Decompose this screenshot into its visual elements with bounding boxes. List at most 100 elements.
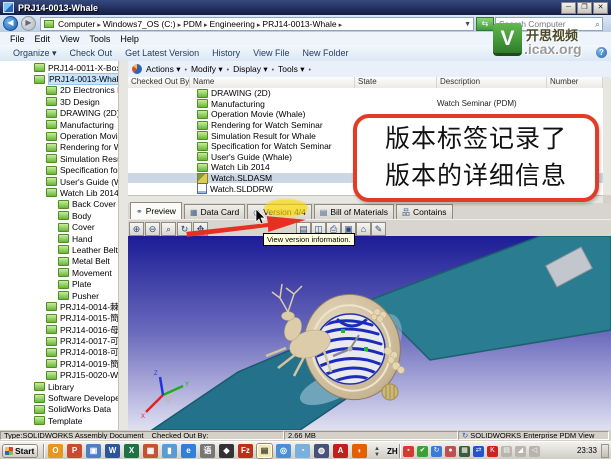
tree-item[interactable]: Software Developement [0,392,118,403]
tray-recorder-icon[interactable]: ● [445,446,456,457]
close-button[interactable]: ✕ [593,2,608,14]
forward-button[interactable]: ▶ [21,16,36,31]
breadcrumb-separator-icon[interactable]: ▸ [204,22,208,29]
tree-item[interactable]: Library [0,381,118,392]
spinner-icon[interactable]: ▲ ▼ [374,446,380,458]
command-get-latest-version[interactable]: Get Latest Version [125,48,199,58]
breadcrumb[interactable]: Computer ▸ Windows7_OS (C:) ▸ PDM ▸ Engineerin… [40,17,474,31]
taskbar-globe-app-icon[interactable]: ◍ [314,444,329,458]
column-header-checked-out-by[interactable]: Checked Out By [128,77,190,88]
tree-item[interactable]: SolidWorks Data [0,404,118,415]
taskbar-internet-explorer-icon[interactable]: e [181,444,196,458]
restore-button[interactable]: ❐ [577,2,592,14]
breadcrumb-item[interactable]: Windows7_OS (C:) [103,19,176,29]
list-vertical-scrollbar[interactable]: ▲ ▼ [603,77,611,195]
breadcrumb-item[interactable]: Computer [58,19,95,29]
taskbar-firefox-icon[interactable]: ◗ [352,444,367,458]
language-indicator[interactable]: ZH [387,447,398,456]
preview-tool-button[interactable]: ✎ [371,221,386,236]
taskbar-blue-app-icon[interactable]: ▮ [162,444,177,458]
breadcrumb-item[interactable]: PRJ14-0013-Whale [262,19,336,29]
tab-preview[interactable]: ⚭ Preview [130,202,182,219]
command-history[interactable]: History [212,48,240,58]
tree-item[interactable]: Manufacturing [0,119,118,130]
taskbar-picture-app-icon[interactable]: ▦ [143,444,158,458]
tree-item[interactable]: DRAWING (2D) [0,108,118,119]
tray-shield-icon[interactable]: ✔ [417,446,428,457]
taskbar-input-method-icon[interactable]: 语 [200,444,215,458]
tree-item[interactable]: PRJ14-0019-簡約D環 [0,358,118,369]
taskbar-excel-icon[interactable]: X [124,444,139,458]
breadcrumb-separator-icon[interactable]: ▸ [97,22,101,29]
preview-tool-button[interactable]: ⊕ [129,221,144,236]
tray-k-icon[interactable]: K [487,446,498,457]
help-icon[interactable]: ? [596,47,607,58]
taskbar-acrobat-icon[interactable]: A [333,444,348,458]
refresh-go-button[interactable]: ⇆ [476,17,494,31]
breadcrumb-item[interactable]: PDM [183,19,202,29]
tree-item[interactable]: PRJ14-0015-簡約D環 [0,313,118,324]
show-desktop-button[interactable] [601,444,609,458]
breadcrumb-separator-icon[interactable]: ▸ [339,22,343,29]
actions-menu-actions[interactable]: Actions ▾ [146,64,181,74]
tree-item[interactable]: Metal Belt [0,256,118,267]
tree-item[interactable]: PRJ14-0017-可調棘扣 [0,335,118,346]
breadcrumb-separator-icon[interactable]: ▸ [178,22,182,29]
chevron-down-icon[interactable]: ▼ [464,21,471,28]
tree-item[interactable]: Leather Belt [0,244,118,255]
tree-item[interactable]: Back Cover [0,199,118,210]
tree-item[interactable]: 2D Electronics PCB [0,85,118,96]
column-header-description[interactable]: Description [437,77,547,88]
taskbar-media-app-icon[interactable]: ◎ [276,444,291,458]
minimize-button[interactable]: ─ [561,2,576,14]
menu-item-view[interactable]: View [60,34,79,44]
preview-3d-viewport[interactable]: X Y Z [128,236,611,430]
column-header-number[interactable]: Number [547,77,603,88]
tree-item[interactable]: Pusher [0,290,118,301]
start-button[interactable]: Start [2,444,38,458]
back-button[interactable]: ◀ [3,16,18,31]
menu-item-help[interactable]: Help [120,34,139,44]
menu-item-edit[interactable]: Edit [35,34,51,44]
tree-item[interactable]: Rendering for Watch [0,142,118,153]
tray-red-icon[interactable]: ▪ [403,446,414,457]
preview-tool-button[interactable]: ⌕ [161,221,176,236]
tray-network-icon[interactable]: ◢ [515,446,526,457]
actions-menu-modify[interactable]: Modify ▾ [191,64,223,74]
tray-clipboard-icon[interactable]: ▤ [501,446,512,457]
tree-item[interactable]: Specification for Wa [0,165,118,176]
taskbar-windows-explorer-icon[interactable]: ▤ [257,444,272,458]
tray-volume-icon[interactable]: ◁ [529,446,540,457]
tree-item[interactable]: PRJ15-0020-Whale [0,370,118,381]
tree-item[interactable]: PRJ14-0018-可調棘扣 [0,347,118,358]
command-check-out[interactable]: Check Out [70,48,113,58]
tree-scrollbar[interactable]: ▲ ▼ [118,61,247,430]
column-header-state[interactable]: State [355,77,437,88]
taskbar-powerpoint-icon[interactable]: P [67,444,82,458]
taskbar-word-icon[interactable]: W [105,444,120,458]
tree-item[interactable]: PRJ14-0016-母扣 - 公 [0,324,118,335]
tree-item[interactable]: PRJ14-0013-Whale [0,73,118,86]
breadcrumb-item[interactable]: Engineering [210,19,255,29]
preview-tool-button[interactable]: ⊖ [145,221,160,236]
menu-item-tools[interactable]: Tools [89,34,110,44]
tree-item[interactable]: Plate [0,278,118,289]
clock[interactable]: 23:33 [577,446,597,455]
taskbar-filezilla-icon[interactable]: Fz [238,444,253,458]
tab-contains[interactable]: 品 Contains [395,204,453,219]
taskbar-app-window-icon[interactable]: ▣ [86,444,101,458]
tab-bill-of-materials[interactable]: ▤ Bill of Materials [313,204,394,219]
tray-screen-icon[interactable]: ▦ [459,446,470,457]
file-row[interactable]: Manufacturing Watch Seminar (PDM) [128,99,603,110]
taskbar-black-app-icon[interactable]: ◆ [219,444,234,458]
tree-item[interactable]: Template [0,415,118,426]
tree-item[interactable]: Watch Lib 2014 [0,187,118,198]
breadcrumb-separator-icon[interactable]: ▸ [257,22,261,29]
command-view-file[interactable]: View File [253,48,289,58]
actions-menu-tools[interactable]: Tools ▾ [278,64,304,74]
column-header-name[interactable]: Name [190,77,355,88]
command-new-folder[interactable]: New Folder [303,48,349,58]
menu-item-file[interactable]: File [10,34,25,44]
actions-menu-display[interactable]: Display ▾ [233,64,268,74]
file-row[interactable]: DRAWING (2D) [128,88,603,99]
